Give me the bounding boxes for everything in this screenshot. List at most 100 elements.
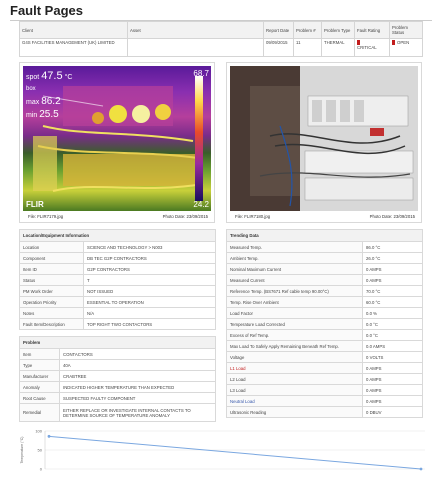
row-value: 0 AMPS (362, 263, 423, 275)
table-row: Ambient Temp. 26.0 °C (226, 252, 423, 264)
row-value: 60.0 °C (362, 296, 423, 308)
max-readout: max 86.2 (26, 96, 61, 107)
location-table: Location/Equipment Information Location S… (19, 229, 216, 330)
problem-number-value: 11 (293, 38, 322, 57)
visual-image (230, 66, 418, 211)
row-label: Measured Temp. (226, 241, 363, 253)
trend-chart: Temperature (°C) 100 50 0 (20, 429, 425, 472)
table-row: Reference Temp. (BS7671 Ref cable temp 9… (226, 285, 423, 297)
col-asset: Asset (127, 21, 264, 39)
col-client: Client (19, 21, 128, 39)
flir-logo: FLIR (26, 200, 44, 209)
row-value: 0 VOLTS (362, 351, 423, 363)
row-label: Manufacturer (19, 370, 60, 382)
row-value: SUSPECTED FAULTY COMPONENT (58, 392, 217, 404)
table-row: Location SCIENCE AND TECHNOLOGY > N003 (19, 241, 216, 253)
row-label: L3 Load (226, 384, 363, 396)
page-title: Fault Pages (10, 3, 83, 18)
col-problem-number: Problem # (293, 21, 322, 39)
row-value: 70.0 °C (362, 285, 423, 297)
trending-heading: Trending Data (226, 229, 423, 242)
client-value: G4S FACILITIES MANAGEMENT (UK) LIMITED (19, 38, 128, 57)
table-row: L3 Load 0 AMPS (226, 384, 423, 396)
table-row: Notes N/A (19, 307, 216, 319)
row-value: CRABTREE (58, 370, 217, 382)
row-label: Reference Temp. (BS7671 Ref cable temp 9… (226, 285, 363, 297)
table-row: Measured Current 0 AMPS (226, 274, 423, 286)
y-tick-label: 100 (35, 429, 42, 434)
problem-heading: Problem (18, 336, 217, 349)
row-value: TOP RIGHT TWO CONTACTORS (83, 318, 216, 330)
row-value: 0 AMPS (362, 362, 423, 374)
fault-rating-value: CRITICAL (357, 45, 377, 51)
row-label: Operation Priority (19, 296, 84, 308)
row-label: L1 Load (226, 362, 363, 374)
row-label: Location (19, 241, 84, 253)
table-row: Type 40A (19, 359, 217, 371)
problem-type-value: THERMAL (321, 38, 355, 57)
row-label: Ultrasonic Reading (226, 406, 363, 418)
table-row: Nominal Maximum Current 0 AMPS (226, 263, 423, 275)
table-row: Status T (19, 274, 216, 286)
table-row: Operation Priority ESSENTIAL TO OPERATION (19, 296, 216, 308)
row-label: Temp. Rise Over Ambient (226, 296, 363, 308)
row-label: Type (19, 359, 60, 371)
table-row: L1 Load 0 AMPS (226, 362, 423, 374)
min-readout: min 25.5 (26, 109, 59, 120)
location-heading: Location/Equipment Information (19, 229, 216, 242)
trending-table: Trending Data Measured Temp. 86.0 °C Ambi… (226, 229, 423, 418)
problem-status-cell: OPEN (389, 38, 423, 57)
row-label: Fault Item/Description (19, 318, 84, 330)
row-value: ESSENTIAL TO OPERATION (83, 296, 216, 308)
table-row: Item CONTACTORS (19, 348, 217, 360)
row-value: 40A (58, 359, 217, 371)
thermal-scene (33, 76, 204, 201)
table-row: Load Factor 0.0 % (226, 307, 423, 319)
row-value: N/A (83, 307, 216, 319)
report-date-value: 09/09/2015 (263, 38, 294, 57)
visual-photo-date: Photo Date: 23/09/2015 (369, 214, 415, 219)
scale-min: 24.2 (193, 200, 209, 209)
thermal-photo-date: Photo Date: 23/09/2015 (162, 214, 208, 219)
row-label: Temperature Load Corrected (226, 318, 363, 330)
row-label: Notes (19, 307, 84, 319)
row-label: Remedial (19, 403, 60, 422)
row-label: Ambient Temp. (226, 252, 363, 264)
row-value: 0.0 °C (362, 329, 423, 341)
fault-header-table: Client Asset Report Date Problem # Probl… (19, 21, 423, 57)
y-tick-label: 50 (38, 448, 43, 453)
row-label: Max Load To Safely Apply Remaining Benea… (226, 340, 363, 352)
box-label: box (26, 86, 36, 92)
row-label: Component (19, 252, 84, 264)
data-point (419, 467, 423, 471)
thermal-image-panel: spot 47.5 °C box max 86.2 min 25.5 68.7 … (19, 62, 215, 223)
table-row: L2 Load 0 AMPS (226, 373, 423, 385)
open-indicator (392, 40, 395, 46)
row-label: Item ID (19, 263, 84, 275)
col-report-date: Report Date (263, 21, 294, 39)
row-value: 26.0 °C (362, 252, 423, 264)
row-value: 0 AMPS (362, 384, 423, 396)
row-value: 0.0 AMPS (362, 340, 423, 352)
data-point (47, 434, 51, 438)
row-label: Status (19, 274, 84, 286)
table-row: Anomaly INDICATED HIGHER TEMPERATURE THAN… (19, 381, 217, 393)
row-value: G2P CONTRACTORS (83, 263, 216, 275)
table-row: Neutral Load 0 AMPS (226, 395, 423, 407)
table-row: Temp. Rise Over Ambient 60.0 °C (226, 296, 423, 308)
table-row: Measured Temp. 86.0 °C (226, 241, 423, 253)
table-row: Manufacturer CRABTREE (19, 370, 217, 382)
row-value: DB TEC G2P CONTRACTORS (83, 252, 216, 264)
row-label: Item (19, 348, 60, 360)
row-label: Neutral Load (226, 395, 363, 407)
row-value: 0 DBUV (362, 406, 423, 418)
table-row: Item ID G2P CONTRACTORS (19, 263, 216, 275)
scale-max: 68.7 (193, 69, 209, 78)
row-label: Voltage (226, 351, 363, 363)
row-value: 86.0 °C (362, 241, 423, 253)
row-label: Nominal Maximum Current (226, 263, 363, 275)
table-row: Ultrasonic Reading 0 DBUV (226, 406, 423, 418)
thermal-image: spot 47.5 °C box max 86.2 min 25.5 68.7 … (23, 66, 211, 211)
table-row: PM Work Order NOT ISSUED (19, 285, 216, 297)
series-line (48, 435, 422, 470)
